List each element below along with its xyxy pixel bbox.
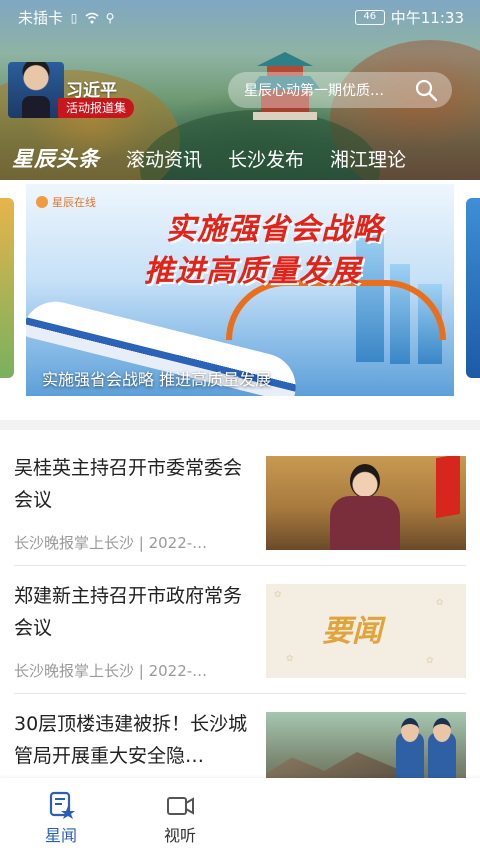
next-banner-peek[interactable]	[466, 198, 480, 378]
banner-slide[interactable]: 星辰在线 实施强省会战略 推进高质量发展 实施强省会战略 推进高质量发展	[26, 184, 454, 396]
watermark-icon: ✿	[426, 656, 434, 666]
banner-headline-line2: 推进高质量发展	[144, 254, 361, 289]
search-placeholder: 星辰心动第一期优质…	[244, 83, 384, 99]
brand-logo-icon	[36, 196, 48, 208]
header: 未插卡 ▯ ⚲ 46 中午11:33 习近平 活动报道集 星辰心动第一期优质… …	[0, 0, 480, 180]
search-icon[interactable]	[414, 78, 438, 102]
person-illustration	[330, 464, 400, 550]
tab-xiangjiang-lilun[interactable]: 湘江理论	[330, 145, 406, 172]
prev-banner-peek[interactable]	[0, 198, 14, 378]
news-meta: 长沙晚报掌上长沙 | 2022-…	[14, 534, 208, 552]
banner-caption: 实施强省会战略 推进高质量发展	[42, 370, 272, 389]
clock: 中午11:33	[390, 9, 464, 27]
feature-ribbon: 活动报道集	[58, 98, 135, 118]
news-star-icon	[46, 790, 76, 820]
banner-brand: 星辰在线	[36, 194, 96, 210]
battery-icon: 46	[354, 10, 385, 25]
news-title: 郑建新主持召开市政府常务会议	[14, 585, 243, 639]
nav-label: 星闻	[44, 826, 77, 845]
feature-report-badge[interactable]: 习近平 活动报道集	[0, 62, 160, 118]
tab-gundong-zixun[interactable]: 滚动资讯	[126, 145, 202, 172]
nav-item-shiting[interactable]: 视听	[145, 790, 215, 846]
banner-carousel: 星辰在线 实施强省会战略 推进高质量发展 实施强省会战略 推进高质量发展	[0, 180, 480, 420]
news-thumbnail: ✿ ✿ ✿ ✿ 要闻	[266, 584, 466, 678]
watermark-icon: ✿	[286, 654, 294, 664]
news-title: 吴桂英主持召开市委常委会会议	[14, 457, 243, 511]
search-bar[interactable]: 星辰心动第一期优质…	[228, 72, 452, 108]
nav-item-xingwen[interactable]: 星闻	[26, 790, 96, 846]
sim-icon: ▯	[70, 10, 78, 25]
tab-xingchen-toutiao[interactable]: 星辰头条	[12, 143, 100, 173]
tab-changsha-fabu[interactable]: 长沙发布	[228, 145, 304, 172]
banner-headline-line1: 实施强省会战略	[166, 212, 383, 247]
thumb-stamp-text: 要闻	[322, 614, 382, 649]
portrait-image	[8, 62, 64, 118]
watermark-icon: ✿	[436, 598, 444, 608]
video-camera-icon	[165, 790, 195, 820]
carrier-text: 未插卡	[18, 9, 64, 27]
watermark-icon: ✿	[274, 590, 282, 600]
news-meta: 长沙晚报掌上长沙 | 2022-…	[14, 662, 208, 680]
news-title: 30层顶楼违建被拆！长沙城管局开展重大安全隐…	[14, 713, 248, 767]
flag-illustration	[436, 456, 460, 519]
news-item[interactable]: 吴桂英主持召开市委常委会会议 长沙晚报掌上长沙 | 2022-…	[14, 440, 466, 566]
usb-icon: ⚲	[105, 10, 115, 25]
banner-brand-text: 星辰在线	[52, 196, 96, 209]
section-divider	[0, 420, 480, 430]
news-thumbnail	[266, 456, 466, 550]
nav-label: 视听	[163, 826, 196, 845]
status-bar: 未插卡 ▯ ⚲ 46 中午11:33	[0, 0, 480, 32]
channel-tabs: 星辰头条 滚动资讯 长沙发布 湘江理论	[0, 138, 480, 178]
wifi-icon	[85, 11, 99, 25]
bottom-nav: 星闻 视听	[0, 778, 480, 853]
news-item[interactable]: 郑建新主持召开市政府常务会议 长沙晚报掌上长沙 | 2022-… ✿ ✿ ✿ ✿…	[14, 568, 466, 694]
